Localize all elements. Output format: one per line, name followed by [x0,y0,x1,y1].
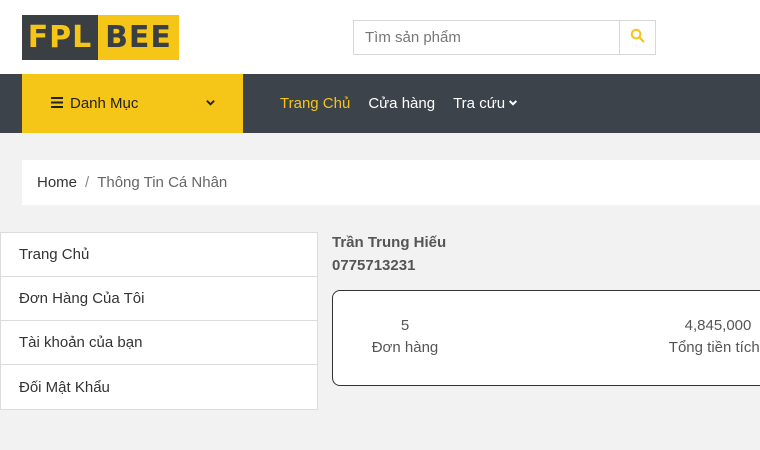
nav-links: Trang Chủ Cửa hàng Tra cứu [280,74,536,133]
stat-value: 4,845,000 [684,317,752,334]
sidebar-item-my-orders[interactable]: Đơn Hàng Của Tôi [1,277,317,321]
nav-link-label: Cửa hàng [368,95,436,112]
profile-phone: 0775713231 [332,257,416,274]
stat-label: Đơn hàng [371,339,439,356]
breadcrumb-separator: / [85,174,90,191]
chevron-down-icon [205,95,216,112]
main-navbar: Danh Mục Trang Chủ Cửa hàng Tra cứu [0,74,760,133]
sidebar-item-account[interactable]: Tài khoản của bạn [1,321,317,365]
logo-left-text: FPL [22,15,98,60]
site-header: FPL BEE [0,0,760,74]
sidebar-item-home[interactable]: Trang Chủ [1,233,317,277]
search-bar [353,20,656,55]
breadcrumb: Home / Thông Tin Cá Nhân [22,160,760,205]
stat-total-spent: 4,845,000 Tổng tiền tích l [653,317,760,356]
search-input[interactable] [353,20,619,55]
chevron-down-icon [508,95,518,112]
site-logo[interactable]: FPL BEE [22,15,179,60]
breadcrumb-current: Thông Tin Cá Nhân [97,174,228,191]
account-sidebar: Trang Chủ Đơn Hàng Của Tôi Tài khoản của… [0,232,318,410]
stat-value: 5 [400,317,410,334]
nav-link-label: Trang Chủ [280,95,351,112]
profile-name: Trần Trung Hiếu [332,234,447,251]
hamburger-icon [51,95,63,112]
nav-link-lookup[interactable]: Tra cứu [453,95,518,112]
profile-stats-card: 5 Đơn hàng 4,845,000 Tổng tiền tích l [332,290,760,386]
nav-link-home[interactable]: Trang Chủ [280,95,350,112]
category-menu-button[interactable]: Danh Mục [22,74,243,133]
search-icon [630,28,645,48]
stat-orders: 5 Đơn hàng [355,317,455,356]
logo-right-text: BEE [98,15,179,60]
nav-link-shop[interactable]: Cửa hàng [368,95,435,112]
sidebar-item-change-password[interactable]: Đối Mật Khẩu [1,365,317,409]
nav-link-label: Tra cứu [453,95,506,112]
stat-label: Tổng tiền tích l [668,339,760,356]
breadcrumb-home-link[interactable]: Home [37,174,77,191]
search-button[interactable] [619,20,656,55]
category-menu-label: Danh Mục [70,95,139,112]
